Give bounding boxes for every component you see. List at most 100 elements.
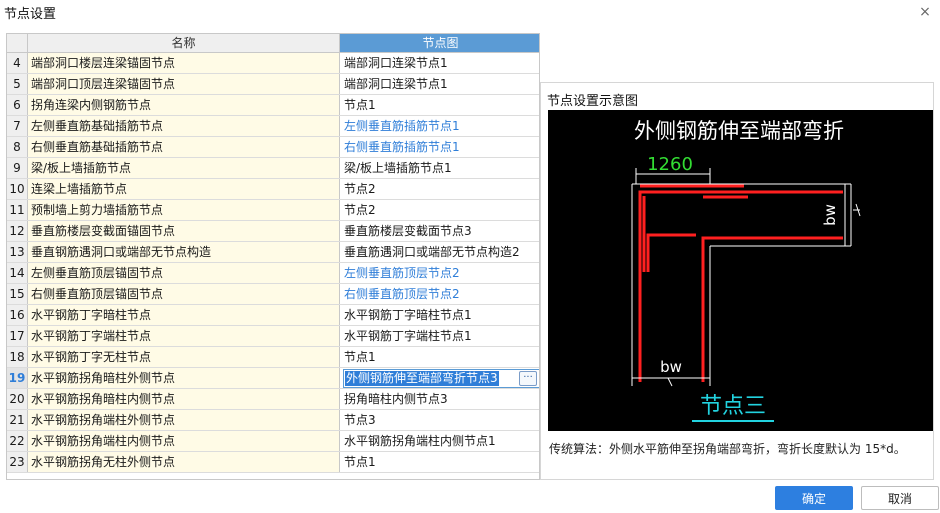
row-name-cell: 左侧垂直筋基础插筋节点 bbox=[28, 116, 340, 136]
row-name-cell: 垂直钢筋遇洞口或端部无节点构造 bbox=[28, 242, 340, 262]
table-row[interactable]: 10 连梁上墙插筋节点 节点2 bbox=[7, 179, 539, 200]
table-row[interactable]: 11 预制墙上剪力墙插筋节点 节点2 bbox=[7, 200, 539, 221]
row-name-cell: 预制墙上剪力墙插筋节点 bbox=[28, 200, 340, 220]
row-name-cell: 垂直筋楼层变截面锚固节点 bbox=[28, 221, 340, 241]
header-node-diagram[interactable]: 节点图 bbox=[340, 34, 539, 53]
node-edit-value: 外侧钢筋伸至端部弯折节点3 bbox=[345, 371, 499, 386]
row-name-cell: 水平钢筋拐角端柱外侧节点 bbox=[28, 410, 340, 430]
row-node-cell[interactable]: 水平钢筋拐角端柱内侧节点1 bbox=[340, 431, 539, 451]
row-number: 10 bbox=[7, 179, 28, 199]
row-name-cell: 水平钢筋拐角无柱外侧节点 bbox=[28, 452, 340, 472]
row-name-cell: 水平钢筋拐角暗柱内侧节点 bbox=[28, 389, 340, 409]
row-name-cell: 拐角连梁内侧钢筋节点 bbox=[28, 95, 340, 115]
row-number: 7 bbox=[7, 116, 28, 136]
panel-title: 节点设置示意图 bbox=[547, 94, 639, 109]
row-number: 15 bbox=[7, 284, 28, 304]
grid-header: 名称 节点图 bbox=[7, 34, 539, 53]
row-node-cell[interactable]: 节点1 bbox=[340, 347, 539, 367]
row-number: 16 bbox=[7, 305, 28, 325]
row-name-cell: 水平钢筋丁字端柱节点 bbox=[28, 326, 340, 346]
row-node-cell[interactable]: 节点1 bbox=[340, 95, 539, 115]
node-diagram-svg: 外侧钢筋伸至端部弯折 1260 bw bw 节点三 bbox=[631, 119, 861, 422]
algorithm-description: 传统算法：外侧水平筋伸至拐角端部弯折，弯折长度默认为 15*d。 bbox=[549, 442, 906, 456]
table-row[interactable]: 13 垂直钢筋遇洞口或端部无节点构造 垂直筋遇洞口或端部无节点构造2 bbox=[7, 242, 539, 263]
table-row[interactable]: 4 端部洞口楼层连梁锚固节点 端部洞口连梁节点1 bbox=[7, 53, 539, 74]
row-node-cell[interactable]: 节点2 bbox=[340, 200, 539, 220]
table-row[interactable]: 15 右侧垂直筋顶层锚固节点 右侧垂直筋顶层节点2 bbox=[7, 284, 539, 305]
row-number: 22 bbox=[7, 431, 28, 451]
row-node-cell[interactable]: 梁/板上墙插筋节点1 bbox=[340, 158, 539, 178]
row-number: 13 bbox=[7, 242, 28, 262]
row-name-cell: 水平钢筋丁字无柱节点 bbox=[28, 347, 340, 367]
table-row[interactable]: 22 水平钢筋拐角端柱内侧节点 水平钢筋拐角端柱内侧节点1 bbox=[7, 431, 539, 452]
row-node-cell[interactable]: 垂直筋楼层变截面节点3 bbox=[340, 221, 539, 241]
row-node-cell[interactable]: 左侧垂直筋顶层节点2 bbox=[340, 263, 539, 283]
row-number: 8 bbox=[7, 137, 28, 157]
dim-side-label: bw bbox=[821, 204, 839, 226]
ok-button[interactable]: 确定 bbox=[775, 486, 853, 510]
table-row[interactable]: 17 水平钢筋丁字端柱节点 水平钢筋丁字端柱节点1 bbox=[7, 326, 539, 347]
row-node-cell[interactable]: 水平钢筋丁字端柱节点1 bbox=[340, 326, 539, 346]
row-name-cell: 右侧垂直筋顶层锚固节点 bbox=[28, 284, 340, 304]
row-node-cell[interactable]: 拐角暗柱内侧节点3 bbox=[340, 389, 539, 409]
table-row[interactable]: 18 水平钢筋丁字无柱节点 节点1 bbox=[7, 347, 539, 368]
table-row[interactable]: 12 垂直筋楼层变截面锚固节点 垂直筋楼层变截面节点3 bbox=[7, 221, 539, 242]
dim-bottom-label: bw bbox=[660, 358, 682, 376]
grid-rows: 4 端部洞口楼层连梁锚固节点 端部洞口连梁节点1 5 端部洞口顶层连梁锚固节点 端部洞口连… bbox=[7, 53, 539, 473]
row-node-cell[interactable]: 节点1 bbox=[340, 452, 539, 472]
table-row[interactable]: 7 左侧垂直筋基础插筋节点 左侧垂直筋插筋节点1 bbox=[7, 116, 539, 137]
row-number: 14 bbox=[7, 263, 28, 283]
row-name-cell: 梁/板上墙插筋节点 bbox=[28, 158, 340, 178]
row-name-cell: 右侧垂直筋基础插筋节点 bbox=[28, 137, 340, 157]
node-diagram: 外侧钢筋伸至端部弯折 1260 bw bw 节点三 bbox=[548, 110, 933, 431]
row-number: 12 bbox=[7, 221, 28, 241]
cancel-button[interactable]: 取消 bbox=[861, 486, 939, 510]
row-node-cell[interactable]: 水平钢筋丁字暗柱节点1 bbox=[340, 305, 539, 325]
table-row[interactable]: 19 水平钢筋拐角暗柱外侧节点 外侧钢筋伸至端部弯折节点3 ··· bbox=[7, 368, 539, 389]
table-row[interactable]: 20 水平钢筋拐角暗柱内侧节点 拐角暗柱内侧节点3 bbox=[7, 389, 539, 410]
row-node-cell[interactable]: 节点2 bbox=[340, 179, 539, 199]
table-row[interactable]: 16 水平钢筋丁字暗柱节点 水平钢筋丁字暗柱节点1 bbox=[7, 305, 539, 326]
diagram-heading: 外侧钢筋伸至端部弯折 bbox=[634, 119, 844, 143]
row-name-cell: 连梁上墙插筋节点 bbox=[28, 179, 340, 199]
row-number: 21 bbox=[7, 410, 28, 430]
window-title: 节点设置 bbox=[4, 7, 57, 22]
row-name-cell: 水平钢筋丁字暗柱节点 bbox=[28, 305, 340, 325]
row-node-cell[interactable]: 垂直筋遇洞口或端部无节点构造2 bbox=[340, 242, 539, 262]
diagram-panel: 节点设置示意图 外侧钢筋伸至端部弯折 1260 bw bw 节点三 传统算法：外… bbox=[540, 82, 934, 480]
row-name-cell: 端部洞口顶层连梁锚固节点 bbox=[28, 74, 340, 94]
row-name-cell: 水平钢筋拐角端柱内侧节点 bbox=[28, 431, 340, 451]
row-node-cell[interactable]: 左侧垂直筋插筋节点1 bbox=[340, 116, 539, 136]
row-number: 20 bbox=[7, 389, 28, 409]
title-bar: 节点设置 × bbox=[0, 0, 940, 26]
row-node-cell[interactable]: 右侧垂直筋顶层节点2 bbox=[340, 284, 539, 304]
row-number: 23 bbox=[7, 452, 28, 472]
row-name-cell: 水平钢筋拐角暗柱外侧节点 bbox=[28, 368, 340, 388]
close-icon[interactable]: × bbox=[916, 3, 934, 21]
table-row[interactable]: 8 右侧垂直筋基础插筋节点 右侧垂直筋插筋节点1 bbox=[7, 137, 539, 158]
row-number: 5 bbox=[7, 74, 28, 94]
header-row-number bbox=[7, 34, 28, 53]
rebar-lines bbox=[638, 184, 843, 382]
node-edit-field[interactable]: 外侧钢筋伸至端部弯折节点3 ··· bbox=[343, 369, 539, 388]
row-name-cell: 端部洞口楼层连梁锚固节点 bbox=[28, 53, 340, 73]
table-row[interactable]: 23 水平钢筋拐角无柱外侧节点 节点1 bbox=[7, 452, 539, 473]
row-number: 11 bbox=[7, 200, 28, 220]
dim-top-label: 1260 bbox=[647, 154, 693, 175]
table-row[interactable]: 6 拐角连梁内侧钢筋节点 节点1 bbox=[7, 95, 539, 116]
table-row[interactable]: 9 梁/板上墙插筋节点 梁/板上墙插筋节点1 bbox=[7, 158, 539, 179]
header-name[interactable]: 名称 bbox=[28, 34, 340, 53]
row-number: 19 bbox=[7, 368, 28, 388]
node-settings-grid: 名称 节点图 4 端部洞口楼层连梁锚固节点 端部洞口连梁节点1 5 端部洞口顶层连梁锚固… bbox=[6, 33, 540, 480]
ellipsis-button[interactable]: ··· bbox=[519, 371, 537, 386]
diagram-node-label: 节点三 bbox=[700, 394, 766, 419]
table-row[interactable]: 14 左侧垂直筋顶层锚固节点 左侧垂直筋顶层节点2 bbox=[7, 263, 539, 284]
row-node-cell[interactable]: 端部洞口连梁节点1 bbox=[340, 74, 539, 94]
row-node-cell[interactable]: 端部洞口连梁节点1 bbox=[340, 53, 539, 73]
row-node-cell[interactable]: 节点3 bbox=[340, 410, 539, 430]
table-row[interactable]: 21 水平钢筋拐角端柱外侧节点 节点3 bbox=[7, 410, 539, 431]
table-row[interactable]: 5 端部洞口顶层连梁锚固节点 端部洞口连梁节点1 bbox=[7, 74, 539, 95]
row-number: 4 bbox=[7, 53, 28, 73]
row-number: 17 bbox=[7, 326, 28, 346]
row-node-cell[interactable]: 右侧垂直筋插筋节点1 bbox=[340, 137, 539, 157]
